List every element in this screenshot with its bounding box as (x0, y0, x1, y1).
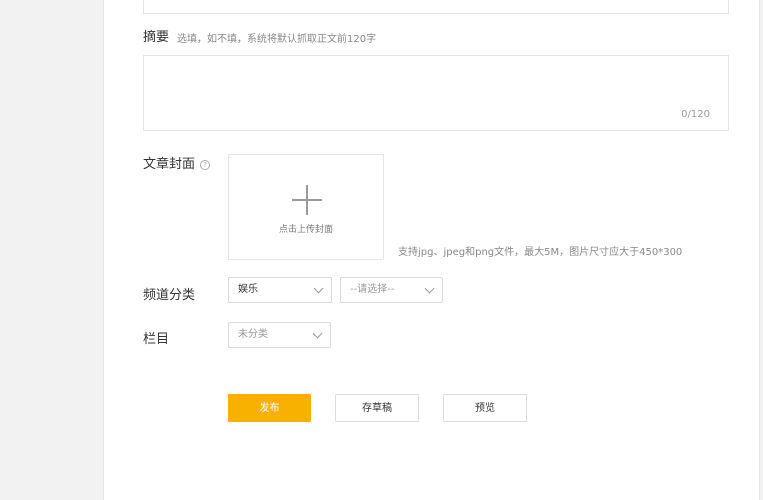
chevron-down-icon (424, 283, 435, 294)
cover-upload-box[interactable]: 点击上传封面 (228, 154, 384, 260)
channel-primary-select[interactable]: 娱乐 (228, 277, 332, 303)
chevron-down-icon (313, 283, 324, 294)
channel-secondary-select[interactable]: --请选择-- (340, 277, 443, 303)
summary-textarea[interactable]: 0/120 (143, 55, 729, 131)
summary-label: 摘要 (143, 30, 170, 45)
plus-icon (292, 185, 322, 215)
cover-file-note: 支持jpg、jpeg和png文件，最大5M，图片尺寸应大于450*300 (398, 247, 683, 258)
cover-label-row: 文章封面? (143, 153, 211, 172)
channel-label: 频道分类 (143, 288, 196, 303)
upload-cover-text: 点击上传封面 (278, 225, 333, 235)
help-icon[interactable]: ? (200, 160, 211, 170)
save-draft-button[interactable]: 存草稿 (335, 394, 419, 422)
previous-input-field[interactable] (143, 0, 729, 14)
channel-primary-value: 娱乐 (238, 284, 258, 295)
summary-hint: 选填，如不填，系统将默认抓取正文前120字 (177, 34, 377, 45)
cover-label: 文章封面 (143, 157, 196, 172)
publish-button[interactable]: 发布 (228, 394, 311, 422)
preview-button[interactable]: 预览 (443, 394, 527, 422)
column-placeholder: 未分类 (238, 329, 268, 340)
chevron-down-icon (312, 328, 323, 339)
column-label: 栏目 (143, 332, 170, 347)
summary-char-counter: 0/120 (681, 109, 710, 120)
column-select[interactable]: 未分类 (228, 322, 331, 348)
channel-secondary-placeholder: --请选择-- (350, 284, 395, 295)
